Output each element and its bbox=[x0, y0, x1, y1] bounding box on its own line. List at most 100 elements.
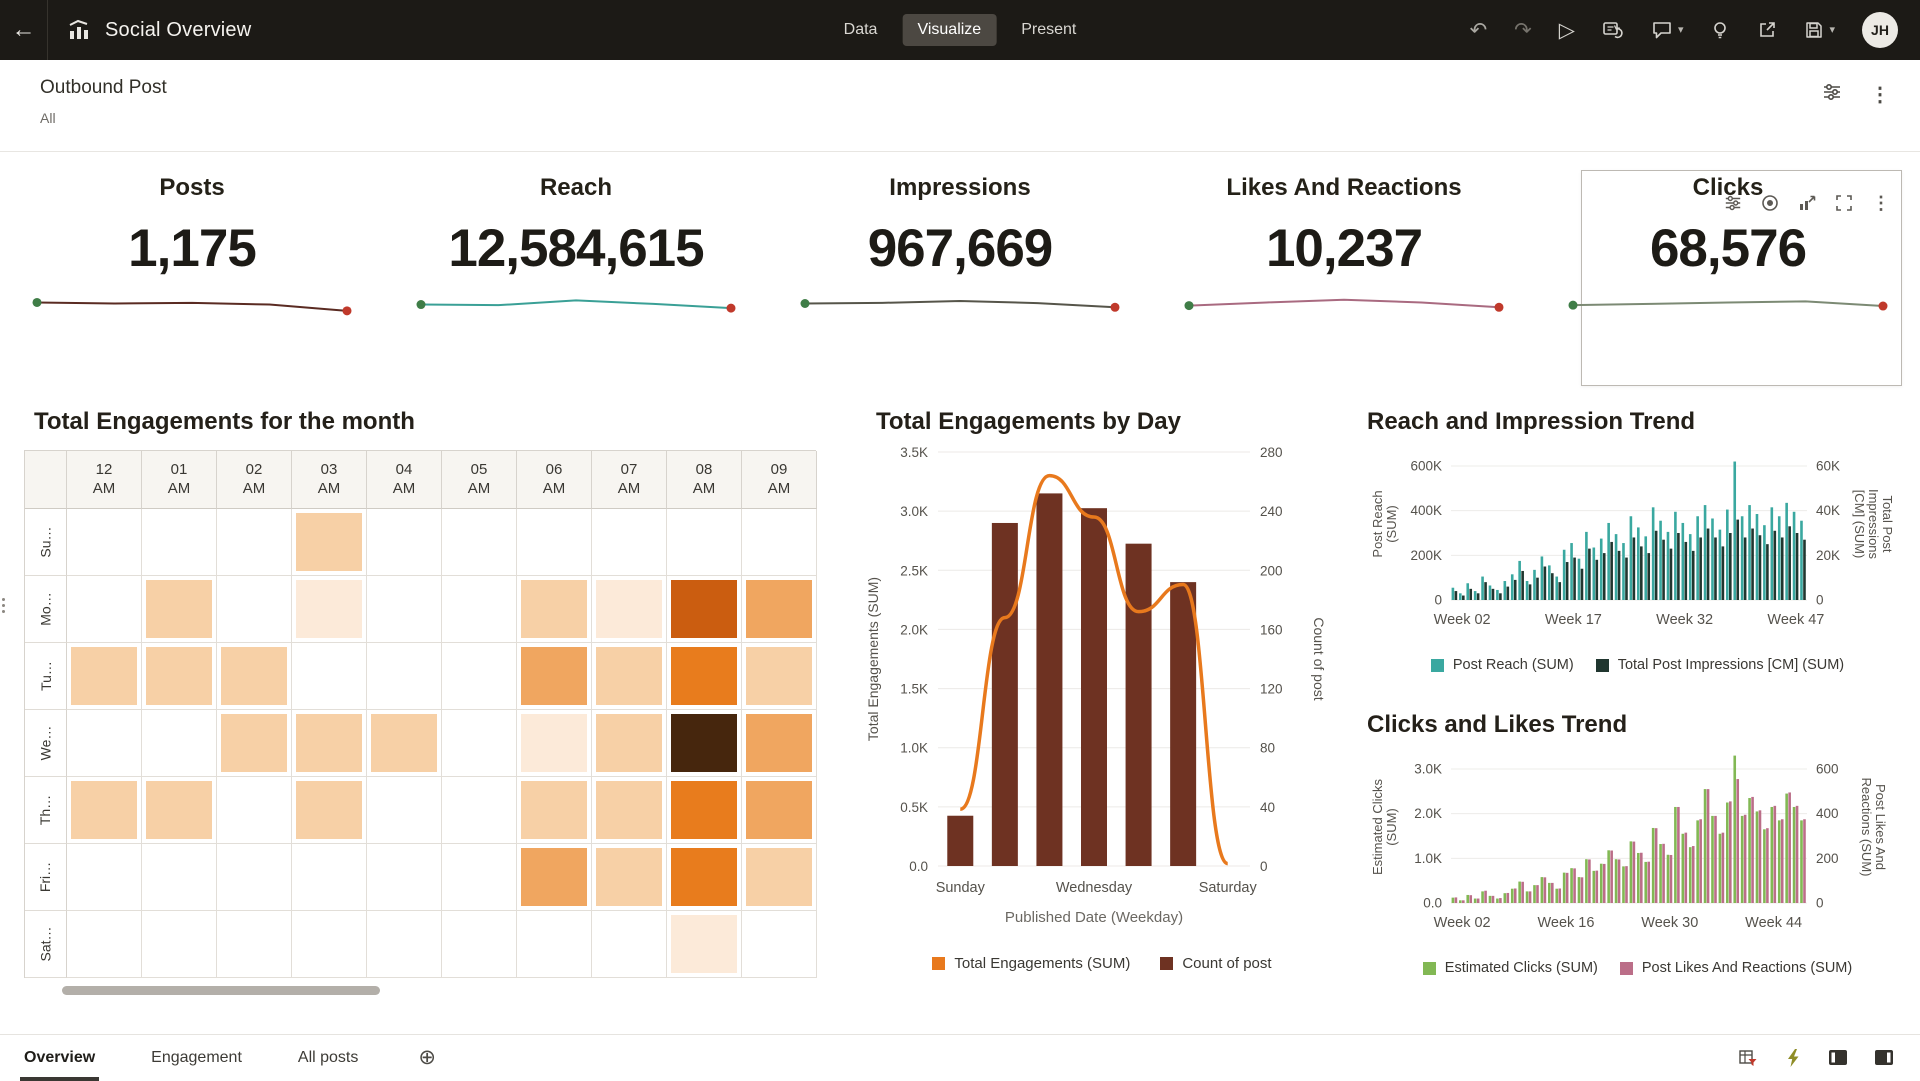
heatmap-cell[interactable] bbox=[142, 643, 217, 710]
engagement-heatmap[interactable]: 12AM01AM02AM03AM04AM05AM06AM07AM08AM09AM… bbox=[24, 450, 816, 978]
week-bar[interactable] bbox=[1640, 853, 1643, 903]
week-bar[interactable] bbox=[1489, 896, 1492, 903]
week-bar[interactable] bbox=[1466, 895, 1469, 903]
heatmap-cell[interactable] bbox=[67, 710, 142, 777]
heatmap-cell[interactable] bbox=[217, 576, 292, 643]
week-bar[interactable] bbox=[1526, 581, 1529, 600]
week-bar[interactable] bbox=[1511, 889, 1514, 903]
week-bar[interactable] bbox=[1504, 581, 1507, 600]
week-bar[interactable] bbox=[1462, 900, 1465, 903]
week-bar[interactable] bbox=[1452, 588, 1455, 600]
week-bar[interactable] bbox=[1477, 593, 1480, 600]
week-bar[interactable] bbox=[1558, 582, 1561, 600]
week-bar[interactable] bbox=[1778, 516, 1781, 600]
week-bar[interactable] bbox=[1800, 820, 1803, 903]
week-bar[interactable] bbox=[1682, 523, 1685, 600]
week-bar[interactable] bbox=[1477, 899, 1480, 903]
week-bar[interactable] bbox=[1647, 553, 1650, 600]
week-bar[interactable] bbox=[1555, 577, 1558, 600]
week-bar[interactable] bbox=[1800, 521, 1803, 600]
layout-panel-left-icon[interactable] bbox=[1828, 1049, 1848, 1066]
week-bar[interactable] bbox=[1759, 535, 1762, 600]
week-bar[interactable] bbox=[1781, 819, 1784, 903]
heatmap-cell[interactable] bbox=[142, 576, 217, 643]
week-bar[interactable] bbox=[1484, 582, 1487, 600]
week-bar[interactable] bbox=[1596, 871, 1599, 903]
week-bar[interactable] bbox=[1766, 544, 1769, 600]
week-bar[interactable] bbox=[1696, 820, 1699, 903]
week-bar[interactable] bbox=[1774, 531, 1777, 600]
heatmap-cell[interactable] bbox=[667, 911, 742, 978]
heatmap-cell[interactable] bbox=[292, 643, 367, 710]
heatmap-cell[interactable] bbox=[292, 710, 367, 777]
week-bar[interactable] bbox=[1573, 868, 1576, 903]
week-bar[interactable] bbox=[1704, 505, 1707, 600]
week-bar[interactable] bbox=[1625, 558, 1628, 600]
week-bar[interactable] bbox=[1578, 877, 1581, 903]
heatmap-cell[interactable] bbox=[367, 710, 442, 777]
week-bar[interactable] bbox=[1607, 523, 1610, 600]
week-bar[interactable] bbox=[1551, 573, 1554, 600]
layout-panel-right-icon[interactable] bbox=[1874, 1049, 1894, 1066]
week-bar[interactable] bbox=[1736, 779, 1739, 903]
heatmap-cell[interactable] bbox=[517, 509, 592, 576]
week-bar[interactable] bbox=[1744, 815, 1747, 903]
week-bar[interactable] bbox=[1496, 899, 1499, 903]
heatmap-cell[interactable] bbox=[217, 844, 292, 911]
week-bar[interactable] bbox=[1778, 820, 1781, 903]
week-bar[interactable] bbox=[1707, 789, 1710, 903]
week-bar[interactable] bbox=[1588, 549, 1591, 600]
refresh-data-icon[interactable] bbox=[1602, 20, 1624, 40]
week-bar[interactable] bbox=[1570, 868, 1573, 903]
undo-icon[interactable]: ↶ bbox=[1470, 20, 1488, 41]
heatmap-cell[interactable] bbox=[142, 844, 217, 911]
week-bar[interactable] bbox=[1803, 819, 1806, 903]
week-bar[interactable] bbox=[1719, 530, 1722, 600]
heatmap-cell[interactable] bbox=[592, 509, 667, 576]
heatmap-cell[interactable] bbox=[442, 643, 517, 710]
week-bar[interactable] bbox=[1541, 556, 1544, 600]
week-bar[interactable] bbox=[1544, 877, 1547, 903]
week-bar[interactable] bbox=[1793, 807, 1796, 903]
week-bar[interactable] bbox=[1633, 537, 1636, 600]
week-bar[interactable] bbox=[1652, 828, 1655, 903]
week-bar[interactable] bbox=[1518, 561, 1521, 600]
day-bar[interactable] bbox=[992, 523, 1018, 866]
week-bar[interactable] bbox=[1548, 883, 1551, 903]
export-icon[interactable] bbox=[1757, 20, 1777, 40]
week-bar[interactable] bbox=[1692, 846, 1695, 903]
week-bar[interactable] bbox=[1667, 532, 1670, 600]
week-bar[interactable] bbox=[1544, 567, 1547, 601]
week-bar[interactable] bbox=[1667, 855, 1670, 903]
week-bar[interactable] bbox=[1536, 885, 1539, 903]
week-bar[interactable] bbox=[1733, 462, 1736, 600]
reach-trend-chart[interactable]: 600K60K400K40K200K20K00Week 02Week 17Wee… bbox=[1365, 436, 1910, 648]
heatmap-cell[interactable] bbox=[667, 710, 742, 777]
week-bar[interactable] bbox=[1555, 889, 1558, 903]
day-bar[interactable] bbox=[947, 816, 973, 866]
week-bar[interactable] bbox=[1711, 518, 1714, 600]
heatmap-cell[interactable] bbox=[67, 576, 142, 643]
week-bar[interactable] bbox=[1499, 898, 1502, 903]
week-bar[interactable] bbox=[1692, 551, 1695, 600]
week-bar[interactable] bbox=[1588, 859, 1591, 903]
save-icon[interactable]: ▾ bbox=[1804, 20, 1835, 40]
week-bar[interactable] bbox=[1714, 537, 1717, 600]
redo-icon[interactable]: ↷ bbox=[1514, 20, 1532, 41]
week-bar[interactable] bbox=[1644, 536, 1647, 600]
week-bar[interactable] bbox=[1682, 834, 1685, 903]
user-avatar[interactable]: JH bbox=[1862, 12, 1898, 48]
week-bar[interactable] bbox=[1674, 512, 1677, 600]
week-bar[interactable] bbox=[1741, 516, 1744, 600]
heatmap-cell[interactable] bbox=[367, 643, 442, 710]
week-bar[interactable] bbox=[1607, 850, 1610, 903]
maximize-icon[interactable] bbox=[1835, 194, 1853, 212]
heatmap-cell[interactable] bbox=[217, 777, 292, 844]
week-bar[interactable] bbox=[1581, 877, 1584, 903]
week-bar[interactable] bbox=[1481, 577, 1484, 600]
week-bar[interactable] bbox=[1459, 900, 1462, 903]
tile-filter-icon[interactable] bbox=[1724, 194, 1742, 212]
week-bar[interactable] bbox=[1744, 537, 1747, 600]
week-bar[interactable] bbox=[1637, 527, 1640, 600]
week-bar[interactable] bbox=[1785, 794, 1788, 903]
